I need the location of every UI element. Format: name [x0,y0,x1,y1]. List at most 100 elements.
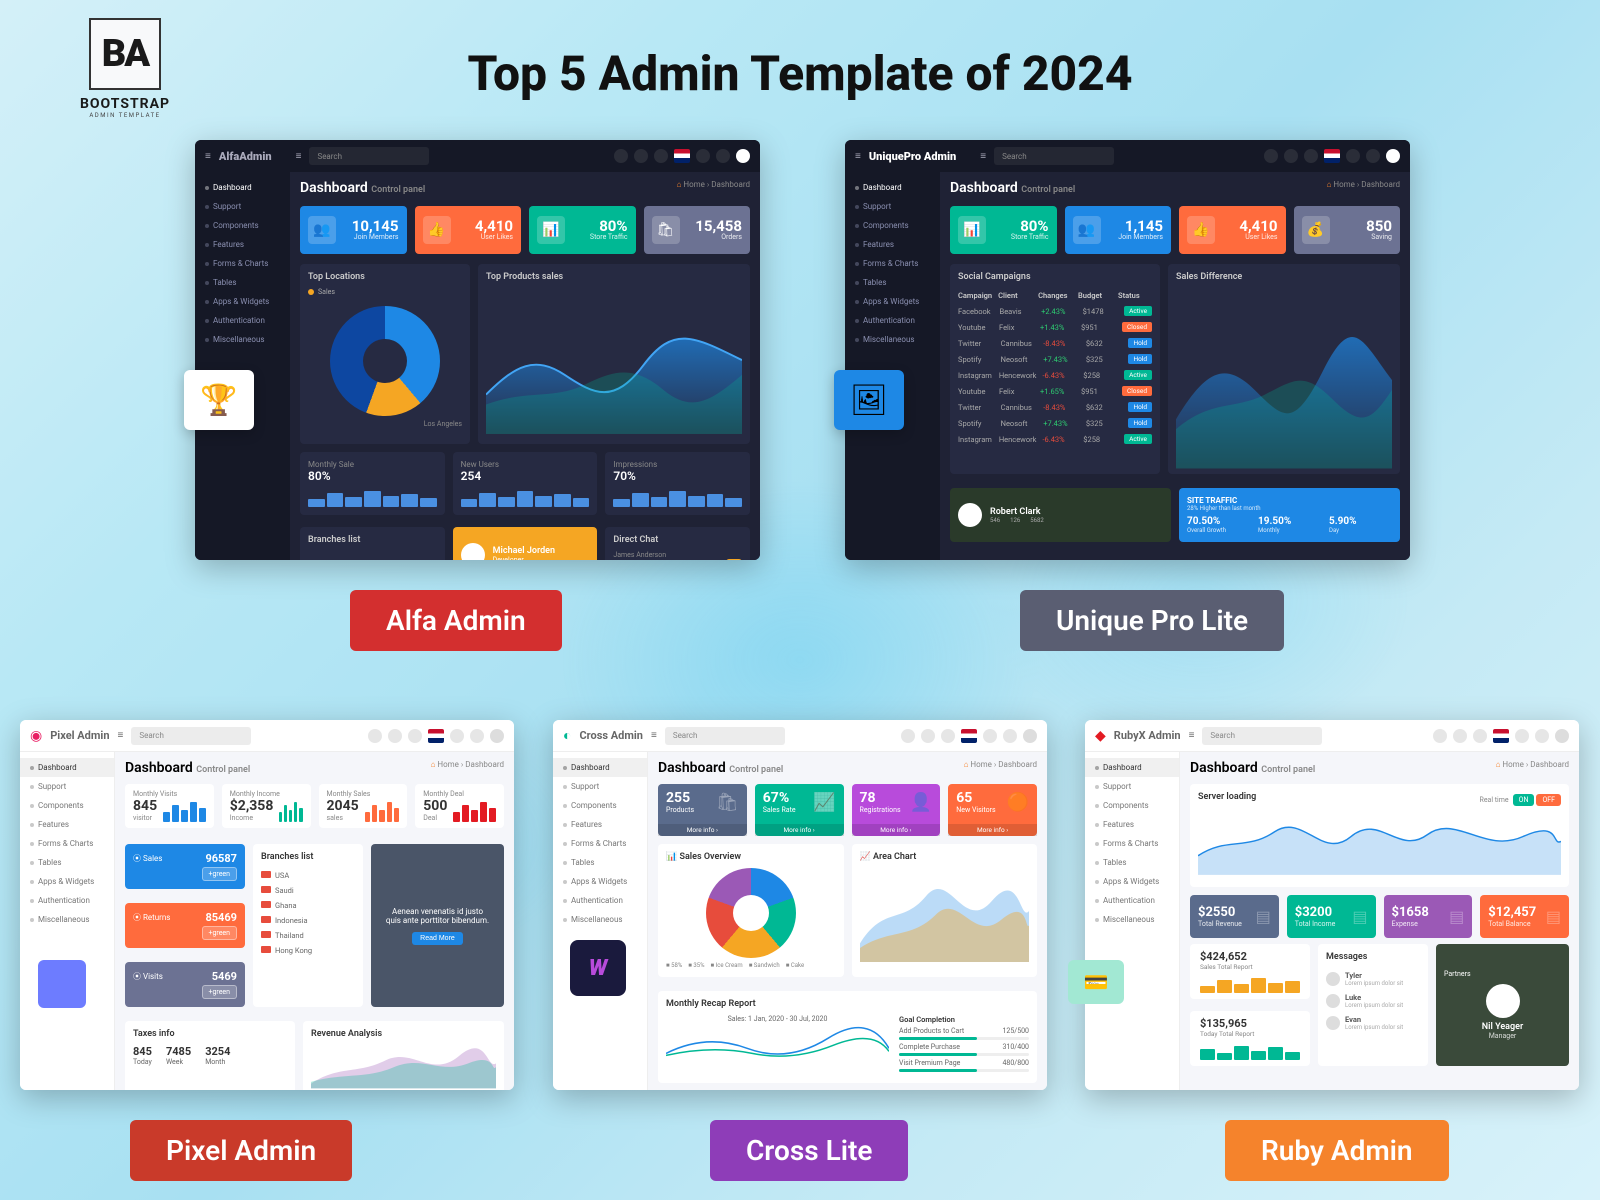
stat-card[interactable]: 🛍15,458Orders [644,206,751,254]
sidebar-item[interactable]: Miscellaneous [20,910,114,929]
template-cross[interactable]: ◐ Cross Admin ≡ Search DashboardSupportC… [553,720,1047,1090]
avatar[interactable] [1386,149,1400,163]
sidebar-item[interactable]: Features [553,815,647,834]
sidebar-item[interactable]: Tables [845,273,940,292]
sidebar-item[interactable]: Forms & Charts [845,254,940,273]
message-item[interactable]: EvanLorem ipsum dolor sit [1326,1012,1420,1034]
moon-icon[interactable] [368,729,382,743]
bell-icon[interactable] [634,149,648,163]
stat-card[interactable]: $12,457Total Balance▤ [1480,895,1569,938]
flag-icon[interactable] [1493,729,1509,743]
chat-icon[interactable] [654,149,668,163]
search-input[interactable]: Search [665,727,785,745]
stat-card[interactable]: 👍4,410User Likes [415,206,522,254]
list-item[interactable]: Ghana [261,898,355,913]
gear-icon[interactable] [470,729,484,743]
search-input[interactable]: Search [1202,727,1322,745]
grid-icon[interactable] [450,729,464,743]
profile-card[interactable]: Michael JordenDeveloper [453,527,598,560]
sidebar-item[interactable]: Features [195,235,290,254]
stat-card[interactable]: 💰850Saving [1294,206,1401,254]
sidebar-item[interactable]: Components [845,216,940,235]
off-button[interactable]: OFF [1536,794,1561,806]
moon-icon[interactable] [1433,729,1447,743]
sidebar-item[interactable]: Dashboard [553,758,647,777]
sidebar-item[interactable]: Components [20,796,114,815]
sidebar-item[interactable]: Dashboard [20,758,114,777]
profile-card[interactable]: Robert Clark 5461265682 [950,488,1171,542]
table-row[interactable]: YoutubeFelix+1.65%$951Closed [958,383,1152,399]
stat-card[interactable]: $1658Expense▤ [1384,895,1473,938]
chat-icon[interactable] [1473,729,1487,743]
tile-stat[interactable]: ⦿ Sales96587+green [125,844,245,889]
stat-card[interactable]: $3200Total Income▤ [1287,895,1376,938]
flag-icon[interactable] [674,149,690,163]
sidebar-item[interactable]: Features [845,235,940,254]
chat-icon[interactable] [941,729,955,743]
stat-card[interactable]: 67%Sales Rate📈More info › [755,784,844,836]
sidebar-item[interactable]: Dashboard [845,178,940,197]
expand-icon[interactable] [1264,149,1278,163]
expand-icon[interactable] [614,149,628,163]
sidebar-item[interactable]: Miscellaneous [553,910,647,929]
sidebar-item[interactable]: Forms & Charts [1085,834,1179,853]
sidebar-item[interactable]: Tables [553,853,647,872]
sidebar-item[interactable]: Forms & Charts [20,834,114,853]
table-row[interactable]: SpotifyNeosoft+7.43%$325Hold [958,351,1152,367]
stat-card[interactable]: 👥1,145Join Members [1065,206,1172,254]
stat-card[interactable]: 👍4,410User Likes [1179,206,1286,254]
template-unique[interactable]: ≡ UniquePro Admin ≡ Search DashboardSupp… [845,140,1410,560]
sidebar-item[interactable]: Support [20,777,114,796]
list-item[interactable]: USA [261,868,355,883]
moon-icon[interactable] [901,729,915,743]
bell-icon[interactable] [921,729,935,743]
grid-icon[interactable] [1346,149,1360,163]
sidebar-item[interactable]: Support [845,197,940,216]
sidebar-item[interactable]: Components [1085,796,1179,815]
table-row[interactable]: InstagramHencework-6.43%$258Active [958,431,1152,447]
sidebar-item[interactable]: Miscellaneous [845,330,940,349]
stat-card[interactable]: 78Registrations👤More info › [852,784,941,836]
sidebar-item[interactable]: Apps & Widgets [20,872,114,891]
search-input[interactable]: Search [994,147,1114,165]
sidebar-item[interactable]: Components [553,796,647,815]
flag-icon[interactable] [1324,149,1340,163]
stat-card[interactable]: 👥10,145Join Members [300,206,407,254]
list-item[interactable]: Indonesia [261,913,355,928]
gear-icon[interactable] [1003,729,1017,743]
flag-icon[interactable] [961,729,977,743]
sidebar-item[interactable]: Features [1085,815,1179,834]
avatar[interactable] [490,729,504,743]
sidebar-item[interactable]: Miscellaneous [1085,910,1179,929]
list-item[interactable]: Saudi [261,883,355,898]
flag-icon[interactable] [428,729,444,743]
hamburger-icon[interactable]: ≡ [855,151,861,162]
table-row[interactable]: SpotifyNeosoft+7.43%$325Hold [958,415,1152,431]
search-input[interactable]: Search [131,727,251,745]
message-item[interactable]: TylerLorem ipsum dolor sit [1326,968,1420,990]
template-alfa[interactable]: ≡ AlfaAdmin ≡ Search DashboardSupportCom… [195,140,760,560]
sidebar-item[interactable]: Features [20,815,114,834]
bell-icon[interactable] [1284,149,1298,163]
on-button[interactable]: ON [1513,794,1535,806]
stat-card[interactable]: $2550Total Revenue▤ [1190,895,1279,938]
sidebar-item[interactable]: Apps & Widgets [195,292,290,311]
stat-card[interactable]: 📊80%Store Traffic [529,206,636,254]
bell-icon[interactable] [1453,729,1467,743]
sidebar-item[interactable]: Tables [20,853,114,872]
sidebar-item[interactable]: Authentication [195,311,290,330]
sidebar-item[interactable]: Authentication [20,891,114,910]
gear-icon[interactable] [716,149,730,163]
sidebar-item[interactable]: Support [195,197,290,216]
table-row[interactable]: FacebookBeavis+2.43%$1478Active [958,303,1152,319]
table-row[interactable]: TwitterCannibus-8.43%$632Hold [958,399,1152,415]
list-item[interactable]: Thailand [261,928,355,943]
gear-icon[interactable] [1366,149,1380,163]
read-more-button[interactable]: Read More [412,932,463,945]
stat-card[interactable]: 📊80%Store Traffic [950,206,1057,254]
sidebar-item[interactable]: Apps & Widgets [553,872,647,891]
sidebar-item[interactable]: Apps & Widgets [845,292,940,311]
table-row[interactable]: TwitterCannibus-8.43%$632Hold [958,335,1152,351]
hamburger-icon[interactable]: ≡ [205,151,211,162]
sidebar-item[interactable]: Tables [195,273,290,292]
